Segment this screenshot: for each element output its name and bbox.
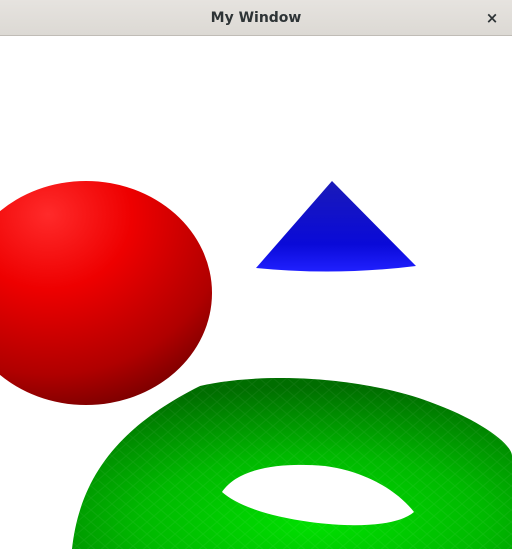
green-torus	[72, 378, 512, 549]
close-button[interactable]: ×	[480, 6, 504, 30]
close-icon: ×	[485, 9, 499, 27]
red-sphere	[0, 181, 212, 405]
blue-cone	[256, 181, 416, 272]
window-title: My Window	[210, 10, 302, 26]
scene-canvas	[0, 181, 512, 549]
title-bar[interactable]: My Window ×	[0, 0, 512, 36]
app-window: My Window ×	[0, 0, 512, 549]
render-viewport[interactable]	[0, 36, 512, 549]
